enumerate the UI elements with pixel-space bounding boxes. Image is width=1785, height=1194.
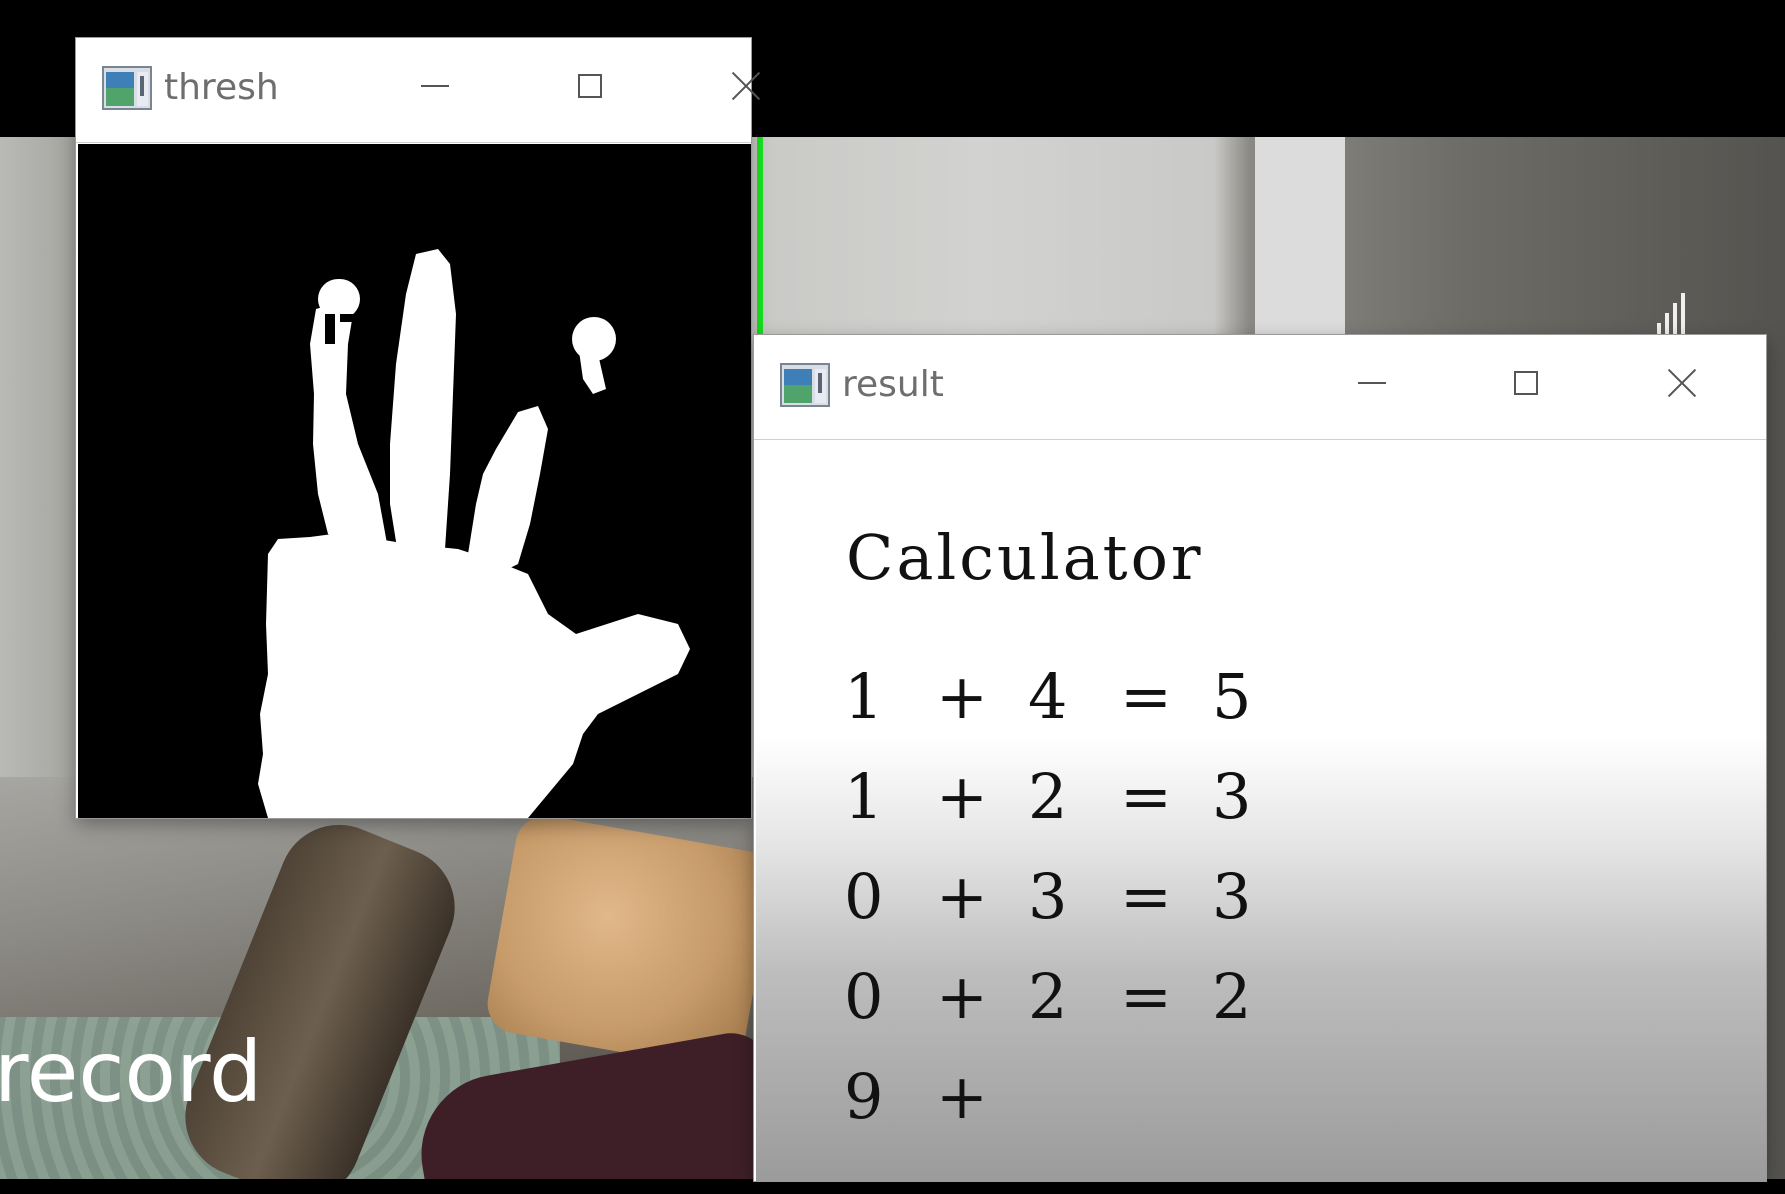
close-icon	[731, 71, 761, 101]
operand-b: 2	[1028, 759, 1068, 833]
calculator-display: Calculator 1 + 4 = 5 1 + 2 = 3 0 + 3 = 3	[756, 441, 1766, 1181]
opencv-window-icon	[780, 363, 830, 407]
operand-a: 0	[844, 859, 884, 933]
opencv-window-icon	[102, 66, 152, 110]
result-value: 5	[1212, 659, 1252, 733]
result-titlebar[interactable]: result	[754, 335, 1766, 440]
equation-row: 0 + 3 = 3	[844, 846, 1304, 946]
operand-b: 3	[1028, 859, 1068, 933]
record-caption: record	[0, 1023, 263, 1121]
equation-row: 9 +	[844, 1046, 1304, 1146]
equation-row: 0 + 2 = 2	[844, 946, 1304, 1046]
operator: +	[936, 959, 988, 1033]
window-title: result	[842, 364, 944, 405]
equation-row: 1 + 4 = 5	[844, 646, 1304, 746]
operand-b: 4	[1028, 659, 1068, 733]
maximize-button[interactable]	[1494, 355, 1558, 411]
window-title: thresh	[164, 67, 279, 108]
equals-sign: =	[1120, 659, 1172, 733]
close-button[interactable]	[1650, 355, 1714, 411]
operand-a: 0	[844, 959, 884, 1033]
minimize-button[interactable]	[403, 58, 467, 114]
maximize-button[interactable]	[558, 58, 622, 114]
operand-a: 1	[844, 759, 884, 833]
roi-border-line	[757, 137, 763, 337]
close-icon	[1667, 368, 1697, 398]
maximize-icon	[1514, 371, 1538, 395]
maximize-icon	[578, 74, 602, 98]
minimize-icon	[421, 85, 449, 87]
minimize-button[interactable]	[1340, 355, 1404, 411]
signal-bars-icon	[1655, 287, 1695, 337]
equation-row: 1 + 2 = 3	[844, 746, 1304, 846]
equals-sign: =	[1120, 859, 1172, 933]
hand-silhouette	[258, 249, 690, 818]
close-button[interactable]	[714, 58, 778, 114]
equals-sign: =	[1120, 959, 1172, 1033]
equals-sign: =	[1120, 759, 1172, 833]
operator: +	[936, 759, 988, 833]
operand-a: 9	[844, 1059, 884, 1133]
result-window[interactable]: result Calculator 1 + 4 = 5 1 + 2 = 3 0 …	[754, 335, 1766, 1181]
thresh-window[interactable]: thresh	[76, 38, 751, 818]
operator: +	[936, 659, 988, 733]
threshold-image	[78, 144, 751, 818]
thresh-titlebar[interactable]: thresh	[76, 38, 751, 143]
bottom-bar	[0, 1179, 1785, 1194]
operator: +	[936, 1059, 988, 1133]
calculator-heading: Calculator	[846, 521, 1204, 594]
equation-list: 1 + 4 = 5 1 + 2 = 3 0 + 3 = 3 0 + 2 = 2 …	[844, 646, 1304, 1146]
result-value: 2	[1212, 959, 1252, 1033]
operand-a: 1	[844, 659, 884, 733]
operand-b: 2	[1028, 959, 1068, 1033]
door-frame	[1255, 137, 1345, 337]
result-value: 3	[1212, 859, 1252, 933]
minimize-icon	[1358, 382, 1386, 384]
result-value: 3	[1212, 759, 1252, 833]
operator: +	[936, 859, 988, 933]
